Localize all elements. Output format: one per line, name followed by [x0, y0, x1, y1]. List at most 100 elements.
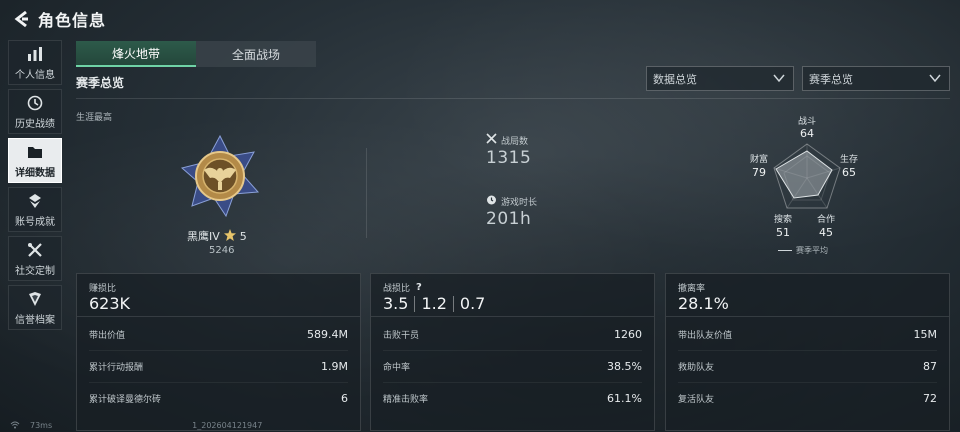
row-label: 击败干员	[383, 330, 420, 341]
radar-value-survival: 65	[842, 166, 856, 179]
kd-card: 战损比 ? 3.5 1.2 0.7 击败干员 1260 命中率 38.5% 精准…	[370, 273, 655, 431]
row-label: 命中率	[383, 362, 411, 373]
sidebar-item-label: 历史战绩	[15, 118, 55, 130]
rank-points: 5246	[209, 245, 235, 256]
row-divider	[383, 350, 642, 351]
row-divider	[89, 350, 348, 351]
sidebar-item-achievements[interactable]: 账号成就	[8, 187, 62, 232]
battles-value: 1315	[486, 148, 532, 168]
stopwatch-icon	[486, 194, 497, 208]
radar-value-search: 51	[776, 226, 790, 239]
card-divider	[371, 316, 654, 317]
card-title: 赚损比	[89, 284, 117, 294]
sidebar-item-label: 信誉档案	[15, 314, 55, 326]
card-title: 战损比	[383, 284, 411, 294]
ability-radar: 战斗 64 生存 65 合作 45 搜索 51 财富 79	[742, 112, 872, 262]
tab-full-battlefield[interactable]: 全面战场	[196, 41, 316, 67]
radar-value-cooperation: 45	[819, 226, 833, 239]
legend-label: 赛季平均	[796, 246, 828, 255]
stat-row: 复活队友 72	[678, 390, 937, 406]
divider	[76, 98, 950, 99]
stat-row: 带出队友价值 15M	[678, 326, 937, 342]
back-arrow-icon[interactable]	[8, 4, 36, 34]
row-label: 累计行动报酬	[89, 362, 144, 373]
row-label: 累计破译曼德尔砖	[89, 394, 162, 405]
stat-row: 带出价值 589.4M	[89, 326, 348, 342]
card-divider	[666, 316, 949, 317]
help-icon[interactable]: ?	[416, 282, 422, 293]
radar-value-combat: 64	[800, 127, 814, 140]
sidebar-item-label: 社交定制	[15, 265, 55, 277]
ping-value: 73ms	[30, 421, 53, 430]
radar-label-search: 搜索	[773, 215, 792, 225]
dropdown-value: 数据总览	[653, 72, 697, 86]
radar-label-survival: 生存	[839, 155, 858, 165]
stat-row: 救助队友 87	[678, 358, 937, 374]
card-title: 撤离率	[678, 284, 706, 294]
row-label: 带出队友价值	[678, 330, 733, 341]
playtime-label-row: 游戏时长	[486, 194, 537, 208]
rank-stars: 5	[239, 229, 247, 243]
shield-icon	[25, 290, 45, 308]
card-main-value: 623K	[89, 294, 131, 313]
row-value: 87	[923, 359, 937, 373]
row-value: 38.5%	[607, 359, 642, 373]
card-divider	[77, 316, 360, 317]
vertical-divider	[366, 148, 367, 238]
dropdown-value: 赛季总览	[809, 72, 853, 86]
battles-label: 战局数	[501, 136, 529, 147]
row-value: 1.9M	[321, 359, 348, 373]
card-main-value: 28.1%	[678, 294, 729, 313]
sidebar-item-detailed-data[interactable]: 详细数据	[8, 138, 62, 183]
sidebar: 个人信息 历史战绩 详细数据 账号成就 社交定制 信誉档案	[8, 40, 64, 334]
value-separator	[452, 295, 454, 312]
bar-chart-icon	[25, 45, 45, 63]
stat-row: 累计行动报酬 1.9M	[89, 358, 348, 374]
row-divider	[89, 382, 348, 383]
value-separator	[414, 295, 416, 312]
stat-row: 命中率 38.5%	[383, 358, 642, 374]
radar-label-cooperation: 合作	[816, 215, 835, 225]
card-main-values: 3.5 1.2 0.7	[383, 294, 485, 313]
footer: 73ms 1_202604121947	[10, 421, 262, 431]
sidebar-item-personal-info[interactable]: 个人信息	[8, 40, 62, 85]
sidebar-item-label: 账号成就	[15, 216, 55, 228]
mode-tabs: 烽火地带 全面战场	[76, 41, 316, 67]
row-label: 救助队友	[678, 362, 715, 373]
page-title: 角色信息	[38, 11, 107, 30]
history-icon	[25, 94, 45, 112]
row-divider	[678, 350, 937, 351]
sidebar-item-reputation[interactable]: 信誉档案	[8, 285, 62, 330]
crossed-swords-icon	[486, 133, 497, 147]
sidebar-item-label: 个人信息	[15, 69, 55, 81]
stat-row: 累计破译曼德尔砖 6	[89, 390, 348, 406]
folder-icon	[25, 143, 45, 161]
card-title-row: 战损比 ?	[383, 281, 422, 294]
battles-label-row: 战局数	[486, 133, 531, 147]
battles-stat: 战局数 1315	[486, 133, 531, 168]
kd-value-1: 3.5	[383, 294, 409, 313]
header: 角色信息	[0, 0, 960, 38]
rank-badge-icon	[178, 134, 262, 218]
sidebar-item-social[interactable]: 社交定制	[8, 236, 62, 281]
playtime-label: 游戏时长	[501, 197, 538, 208]
profit-card: 赚损比 623K 带出价值 589.4M 累计行动报酬 1.9M 累计破译曼德尔…	[76, 273, 361, 431]
tab-hazard-zone[interactable]: 烽火地带	[76, 41, 196, 67]
playtime-stat: 游戏时长 201h	[486, 194, 537, 229]
row-value: 15M	[913, 327, 938, 341]
tools-icon	[25, 241, 45, 259]
wifi-icon	[10, 421, 20, 431]
row-label: 带出价值	[89, 330, 126, 341]
section-title: 赛季总览	[76, 76, 125, 90]
sidebar-item-history[interactable]: 历史战绩	[8, 89, 62, 134]
radar-label-combat: 战斗	[797, 117, 816, 127]
kd-value-3: 0.7	[459, 294, 486, 313]
row-label: 精准击败率	[383, 394, 429, 405]
stat-row: 精准击败率 61.1%	[383, 390, 642, 406]
star-icon	[223, 228, 236, 244]
medal-icon	[25, 192, 45, 210]
kd-value-2: 1.2	[421, 294, 447, 313]
sidebar-item-label: 详细数据	[15, 167, 55, 179]
season-overview-dropdown[interactable]: 赛季总览	[802, 66, 950, 91]
data-overview-dropdown[interactable]: 数据总览	[646, 66, 794, 91]
